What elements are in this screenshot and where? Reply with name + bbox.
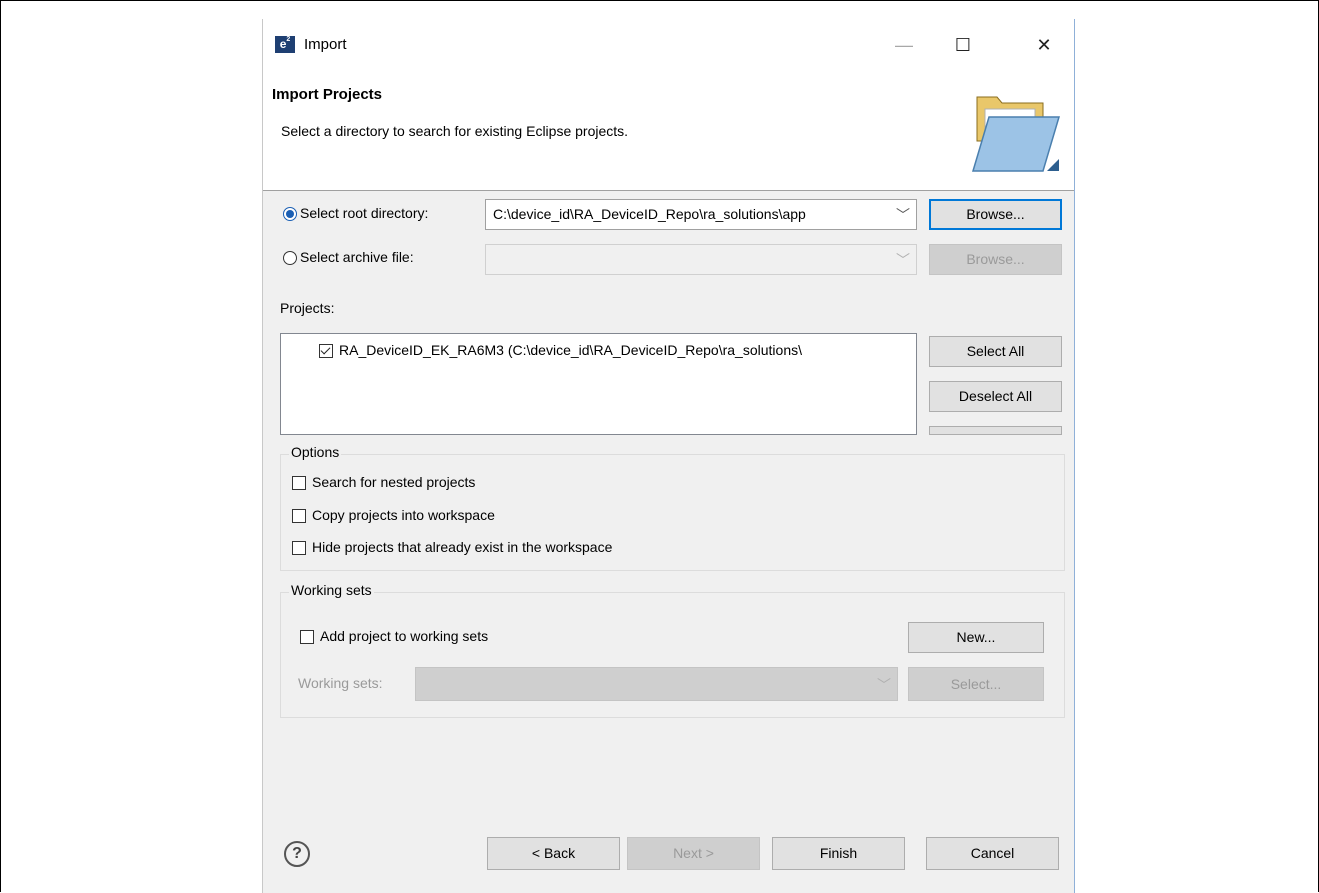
back-button[interactable]: < Back: [487, 837, 620, 870]
project-name: RA_DeviceID_EK_RA6M3 (C:\device_id\RA_De…: [339, 342, 802, 358]
root-directory-combo[interactable]: C:\device_id\RA_DeviceID_Repo\ra_solutio…: [485, 199, 917, 230]
copy-projects-checkbox[interactable]: [292, 509, 306, 523]
chevron-down-icon: ﹀: [896, 207, 910, 223]
select-working-set-button[interactable]: Select...: [908, 667, 1044, 701]
select-root-directory-radio[interactable]: [283, 207, 297, 221]
select-all-button[interactable]: Select All: [929, 336, 1062, 367]
project-checkbox[interactable]: [319, 344, 333, 358]
working-sets-label: Working sets:: [298, 675, 383, 691]
folder-open-icon: [971, 96, 1061, 172]
hide-existing-label: Hide projects that already exist in the …: [312, 539, 613, 555]
page-description: Select a directory to search for existin…: [281, 123, 629, 139]
add-to-working-sets-checkbox[interactable]: [300, 630, 314, 644]
browse-archive-button[interactable]: Browse...: [929, 244, 1062, 275]
select-archive-file-label: Select archive file:: [300, 249, 414, 265]
working-sets-group-title: Working sets: [289, 582, 374, 598]
working-sets-combo[interactable]: ﹀: [415, 667, 898, 701]
wizard-header: Import Projects Select a directory to se…: [263, 71, 1074, 191]
cancel-button[interactable]: Cancel: [926, 837, 1059, 870]
minimize-icon[interactable]: —: [889, 32, 919, 58]
new-working-set-button[interactable]: New...: [908, 622, 1044, 653]
search-nested-label: Search for nested projects: [312, 474, 476, 490]
page-title: Import Projects: [272, 86, 383, 103]
chevron-down-icon: ﹀: [896, 252, 910, 268]
select-archive-file-radio[interactable]: [283, 251, 297, 265]
app-icon-superscript: 2: [286, 36, 291, 43]
select-root-directory-label: Select root directory:: [300, 205, 429, 221]
options-group-title: Options: [289, 444, 342, 460]
window-title: Import: [304, 36, 347, 53]
browse-root-button[interactable]: Browse...: [929, 199, 1062, 230]
title-bar: e2 Import — ☐ ✕: [263, 19, 1074, 71]
add-to-working-sets-label: Add project to working sets: [320, 628, 489, 644]
close-icon[interactable]: ✕: [1029, 32, 1059, 58]
maximize-icon[interactable]: ☐: [948, 32, 978, 58]
root-directory-value: C:\device_id\RA_DeviceID_Repo\ra_solutio…: [493, 206, 806, 222]
deselect-all-button[interactable]: Deselect All: [929, 381, 1062, 412]
next-button[interactable]: Next >: [627, 837, 760, 870]
copy-projects-label: Copy projects into workspace: [312, 507, 495, 523]
projects-list[interactable]: RA_DeviceID_EK_RA6M3 (C:\device_id\RA_De…: [280, 333, 917, 435]
archive-file-combo[interactable]: ﹀: [485, 244, 917, 275]
search-nested-checkbox[interactable]: [292, 476, 306, 490]
e2-studio-app-icon: e2: [275, 36, 295, 53]
refresh-button-partial[interactable]: [929, 426, 1062, 435]
hide-existing-checkbox[interactable]: [292, 541, 306, 555]
projects-label: Projects:: [280, 300, 335, 316]
finish-button[interactable]: Finish: [772, 837, 905, 870]
help-icon[interactable]: ?: [284, 841, 310, 867]
import-dialog: e2 Import — ☐ ✕ Import Projects Select a…: [262, 19, 1075, 893]
chevron-down-icon: ﹀: [877, 677, 891, 693]
